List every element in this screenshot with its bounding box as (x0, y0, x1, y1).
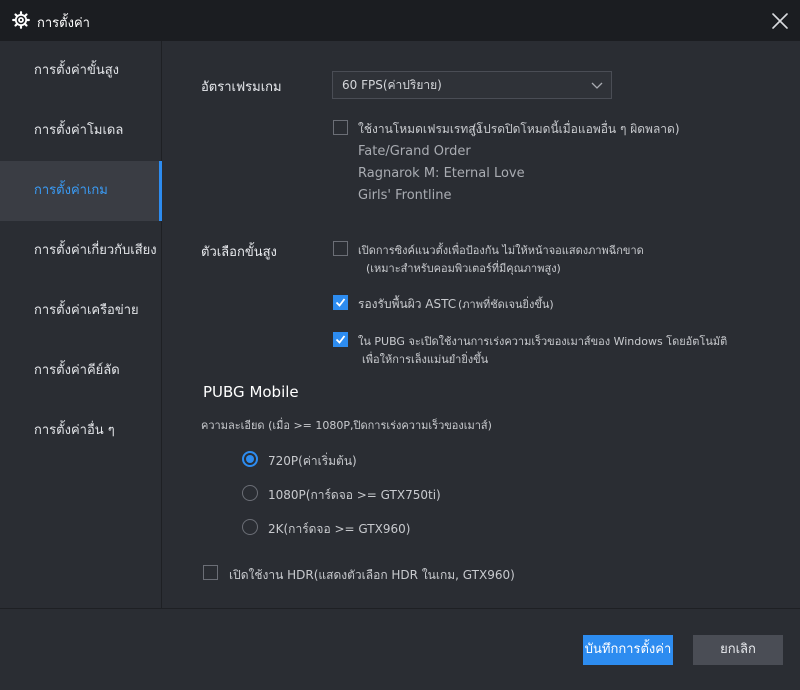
cancel-button[interactable]: ยกเลิก (693, 635, 783, 665)
high-fps-checkbox[interactable] (333, 120, 348, 135)
game-settings-panel: อัตราเฟรมเกม 60 FPS(ค่าปริยาย) ใช้งานโหม… (163, 41, 800, 608)
high-fps-note: (โปรดปิดโหมดนี้เมื่อแอพอื่น ๆ ผิดพลาด) (472, 122, 680, 136)
game-list-item: Girls' Frontline (358, 188, 452, 203)
hdr-checkbox[interactable] (203, 565, 218, 580)
resolution-label: ความละเอียด (เมื่อ >= 1080P,ปิดการเร่งคว… (201, 419, 492, 432)
high-fps-label: ใช้งานโหมดเฟรมเรทสูง (358, 122, 482, 136)
resolution-option-label: 2K(การ์ดจอ >= GTX960) (268, 522, 411, 536)
checkmark-icon (335, 298, 346, 307)
pubg-mouse-accel-label: ใน PUBG จะเปิดใช้งานการเร่งความเร็วของเม… (358, 335, 728, 348)
save-button[interactable]: บันทึกการตั้งค่า (583, 635, 673, 665)
game-list-item: Fate/Grand Order (358, 144, 471, 159)
resolution-radio-1080p[interactable] (242, 485, 258, 501)
sidebar-item-advanced[interactable]: การตั้งค่าขั้นสูง (0, 41, 162, 101)
settings-sidebar: การตั้งค่าขั้นสูง การตั้งค่าโมเดล การตั้… (0, 41, 162, 608)
pubg-mouse-accel-note: เพื่อให้การเล็งแม่นยำยิ่งขึ้น (362, 353, 489, 366)
resolution-option-label: 720P(ค่าเริ่มต้น) (268, 454, 357, 468)
resolution-radio-720p[interactable] (242, 451, 258, 467)
vsync-checkbox[interactable] (333, 241, 348, 256)
fps-select-value: 60 FPS(ค่าปริยาย) (342, 78, 442, 92)
pubg-heading: PUBG Mobile (203, 383, 299, 401)
sidebar-item-shortcuts[interactable]: การตั้งค่าคีย์ลัด (0, 341, 162, 401)
advanced-options-label: ตัวเลือกขั้นสูง (201, 245, 277, 260)
fps-select[interactable]: 60 FPS(ค่าปริยาย) (332, 71, 612, 99)
sidebar-item-model[interactable]: การตั้งค่าโมเดล (0, 101, 162, 161)
window-title: การตั้งค่า (37, 16, 90, 31)
vsync-label: เปิดการซิงค์แนวตั้งเพื่อป้องกัน ไม่ให้หน… (358, 244, 644, 257)
pubg-mouse-accel-checkbox[interactable] (333, 332, 348, 347)
fps-label: อัตราเฟรมเกม (201, 80, 282, 95)
astc-note: (ภาพที่ชัดเจนยิ่งขึ้น) (458, 298, 554, 311)
dialog-footer: บันทึกการตั้งค่า ยกเลิก (0, 608, 800, 690)
sidebar-item-game[interactable]: การตั้งค่าเกม (0, 161, 162, 221)
sidebar-item-other[interactable]: การตั้งค่าอื่น ๆ (0, 401, 162, 461)
gear-icon (12, 11, 30, 29)
vsync-note: (เหมาะสำหรับคอมพิวเตอร์ที่มีคุณภาพสูง) (366, 262, 561, 275)
astc-checkbox[interactable] (333, 295, 348, 310)
chevron-down-icon (591, 82, 603, 89)
astc-label: รองรับพื้นผิว ASTC (358, 297, 457, 311)
resolution-option-label: 1080P(การ์ดจอ >= GTX750ti) (268, 488, 441, 502)
close-icon[interactable] (770, 11, 790, 31)
checkmark-icon (335, 335, 346, 344)
title-bar: การตั้งค่า (0, 0, 800, 41)
game-list-item: Ragnarok M: Eternal Love (358, 166, 525, 181)
hdr-label: เปิดใช้งาน HDR(แสดงตัวเลือก HDR ในเกม, G… (229, 568, 515, 582)
sidebar-item-audio[interactable]: การตั้งค่าเกี่ยวกับเสียง (0, 221, 162, 281)
sidebar-item-network[interactable]: การตั้งค่าเครือข่าย (0, 281, 162, 341)
resolution-radio-2k[interactable] (242, 519, 258, 535)
